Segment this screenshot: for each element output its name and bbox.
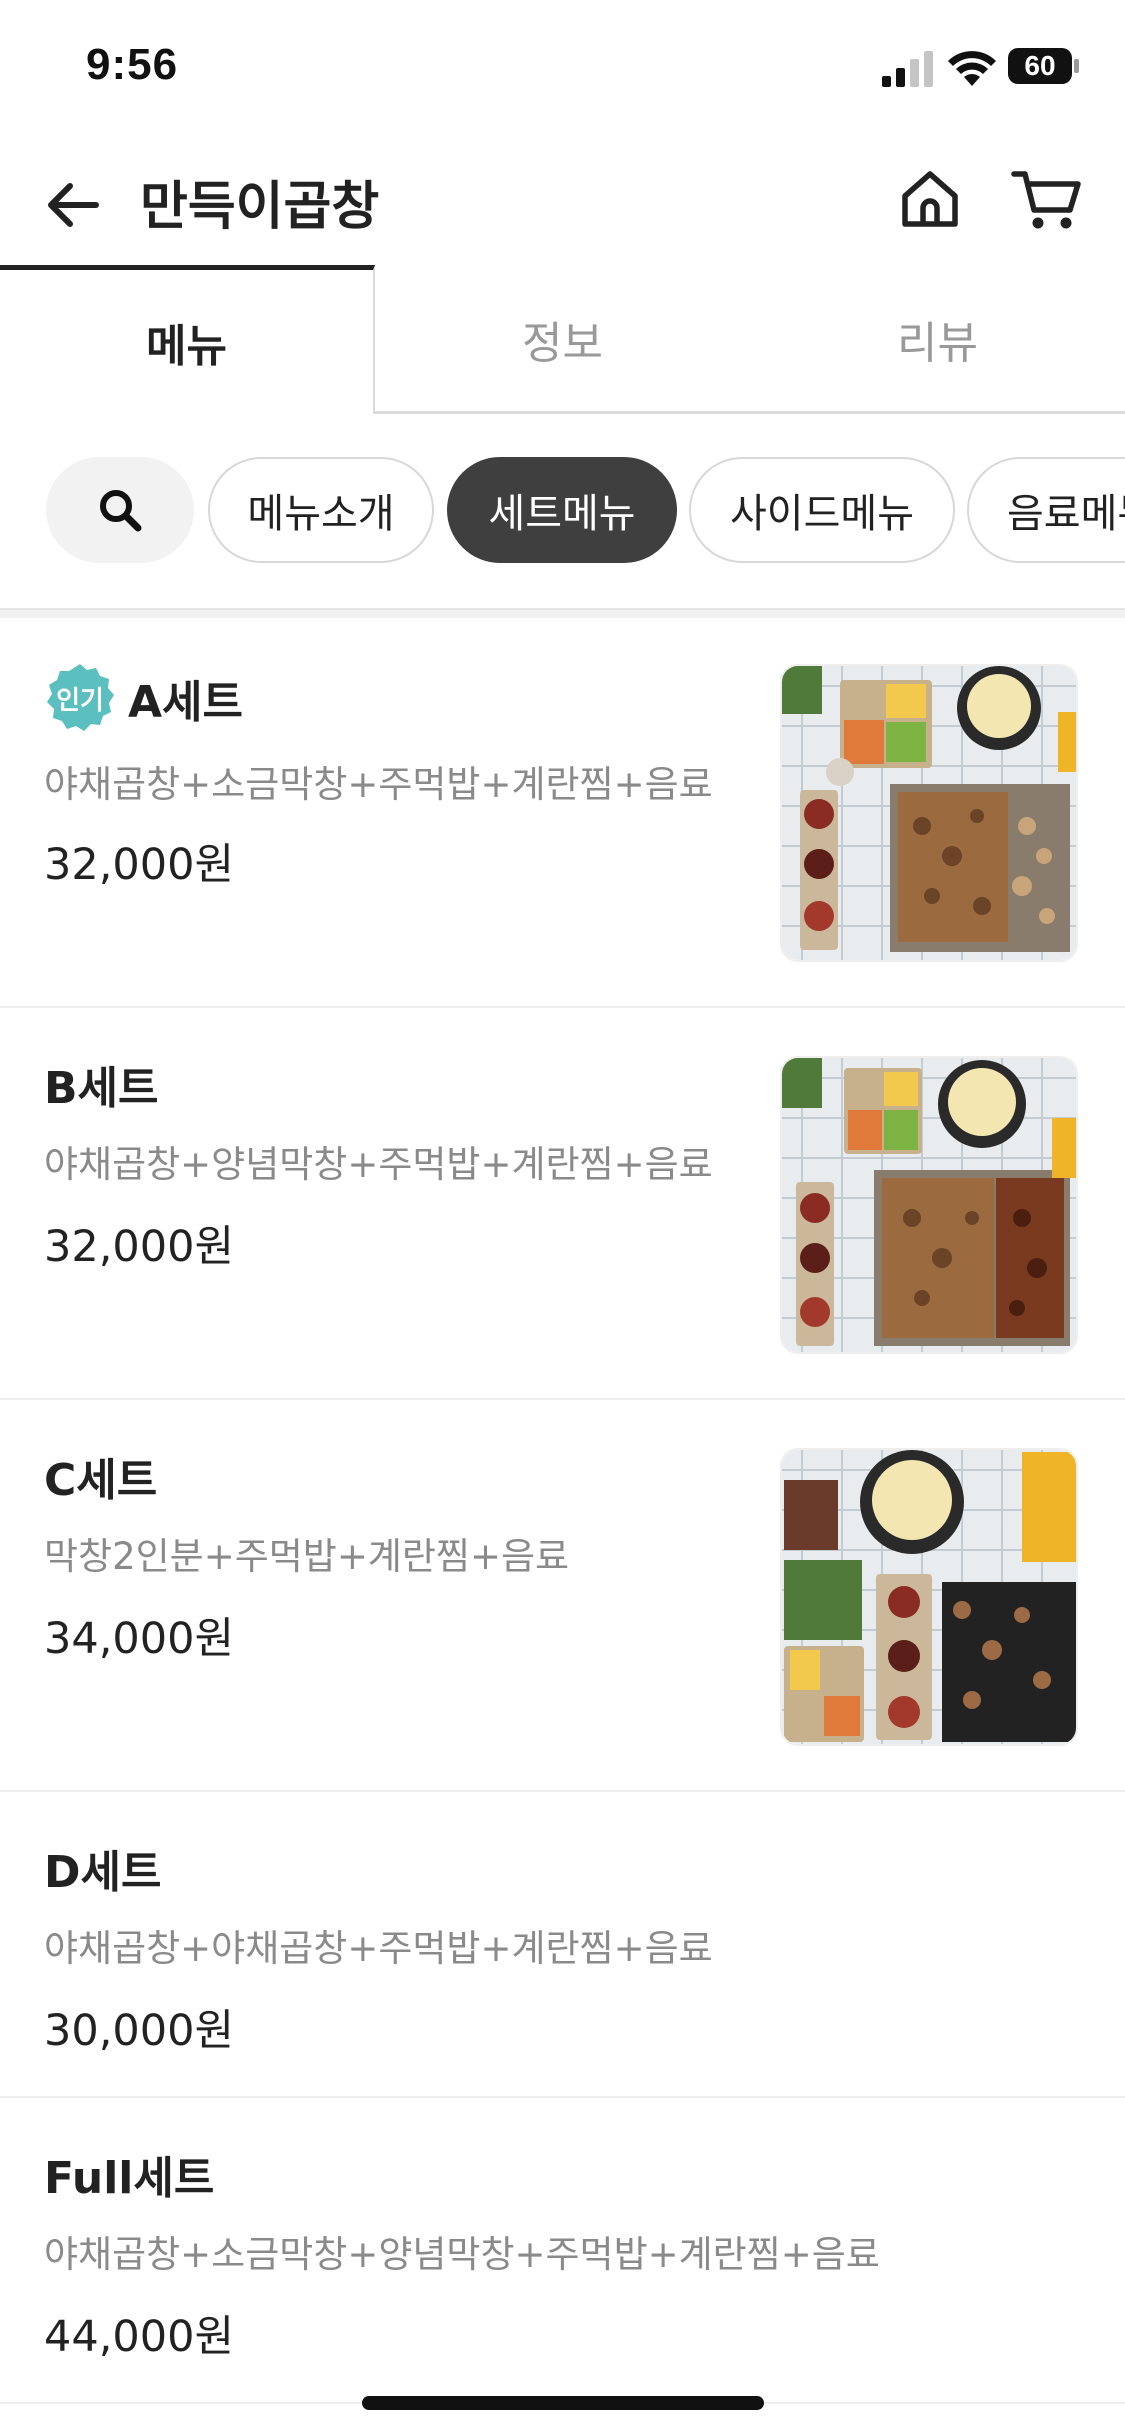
menu-item-name: C세트 bbox=[44, 1455, 158, 1506]
tab-review[interactable]: 리뷰 bbox=[750, 265, 1125, 413]
menu-item-price: 30,000원 bbox=[44, 2006, 235, 2056]
menu-item-price: 44,000원 bbox=[44, 2312, 235, 2362]
menu-item[interactable]: Full세트 야채곱창+소금막창+양념막창+주먹밥+계란찜+음료 44,000원 bbox=[0, 2098, 1125, 2404]
menu-item-image[interactable] bbox=[780, 664, 1078, 962]
menu-item-image[interactable] bbox=[780, 1056, 1078, 1354]
menu-item-description: 야채곱창+소금막창+양념막창+주먹밥+계란찜+음료 bbox=[44, 2233, 880, 2276]
category-chips: 메뉴소개 세트메뉴 사이드메뉴 음료메뉴 bbox=[0, 455, 1125, 570]
food-photo-icon bbox=[782, 1450, 1076, 1744]
wifi-icon bbox=[948, 51, 996, 86]
signal-icon bbox=[882, 51, 933, 87]
food-photo-icon bbox=[782, 666, 1076, 960]
menu-item[interactable]: 인기 A세트 야채곱창+소금막창+주먹밥+계란찜+음료 32,000원 bbox=[0, 616, 1125, 1008]
food-photo-icon bbox=[782, 1058, 1076, 1352]
tab-info[interactable]: 정보 bbox=[375, 265, 750, 413]
menu-item-name: B세트 bbox=[44, 1063, 159, 1114]
tab-menu[interactable]: 메뉴 bbox=[0, 265, 375, 413]
menu-item-description: 야채곱창+소금막창+주먹밥+계란찜+음료 bbox=[44, 763, 713, 806]
search-icon bbox=[100, 490, 142, 532]
chip-side-menu[interactable]: 사이드메뉴 bbox=[689, 457, 955, 563]
menu-item[interactable]: D세트 야채곱창+야채곱창+주먹밥+계란찜+음료 30,000원 bbox=[0, 1792, 1125, 2098]
menu-item[interactable]: B세트 야채곱창+양념막창+주먹밥+계란찜+음료 32,000원 bbox=[0, 1008, 1125, 1400]
tab-bar: 메뉴 정보 리뷰 bbox=[0, 265, 1125, 415]
status-time: 9:56 bbox=[86, 40, 179, 89]
home-icon[interactable] bbox=[895, 164, 965, 234]
menu-item-name: D세트 bbox=[44, 1847, 162, 1898]
menu-item-price: 32,000원 bbox=[44, 840, 235, 890]
status-bar: 9:56 60 bbox=[0, 0, 1125, 135]
battery-icon: 60 bbox=[1008, 48, 1080, 86]
tab-divider bbox=[373, 411, 1125, 414]
page-title: 만득이곱창 bbox=[140, 177, 380, 237]
menu-item-image[interactable] bbox=[780, 1448, 1078, 1746]
menu-item-name: Full세트 bbox=[44, 2153, 215, 2204]
back-arrow-icon[interactable] bbox=[38, 170, 108, 240]
chip-menu-intro[interactable]: 메뉴소개 bbox=[208, 457, 434, 563]
menu-item-description: 막창2인분+주먹밥+계란찜+음료 bbox=[44, 1535, 570, 1578]
menu-item-description: 야채곱창+야채곱창+주먹밥+계란찜+음료 bbox=[44, 1927, 713, 1970]
battery-level: 60 bbox=[1024, 50, 1056, 81]
search-button[interactable] bbox=[46, 457, 194, 563]
menu-item-name: A세트 bbox=[128, 677, 244, 728]
chip-drink-menu[interactable]: 음료메뉴 bbox=[967, 457, 1125, 563]
cart-icon[interactable] bbox=[1010, 164, 1085, 234]
menu-item-price: 34,000원 bbox=[44, 1614, 235, 1664]
menu-item-price: 32,000원 bbox=[44, 1222, 235, 1272]
menu-item-description: 야채곱창+양념막창+주먹밥+계란찜+음료 bbox=[44, 1143, 713, 1186]
home-indicator[interactable] bbox=[362, 2396, 764, 2410]
menu-item[interactable]: C세트 막창2인분+주먹밥+계란찜+음료 34,000원 bbox=[0, 1400, 1125, 1792]
app-header: 만득이곱창 bbox=[0, 150, 1125, 260]
popular-badge: 인기 bbox=[44, 662, 116, 734]
chip-set-menu[interactable]: 세트메뉴 bbox=[447, 457, 677, 563]
